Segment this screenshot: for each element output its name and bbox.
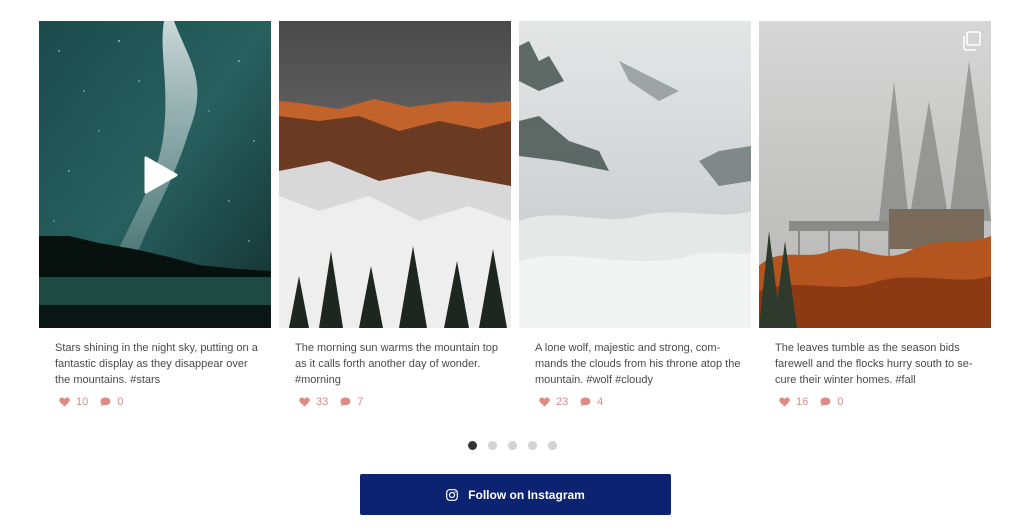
follow-button-label: Follow on Instagram: [468, 487, 585, 502]
post-caption: Stars shining in the night sky, putting …: [55, 342, 258, 386]
follow-on-instagram-button[interactable]: Follow on Instagram: [360, 474, 671, 515]
post-cards: Stars shining in the night sky, putting …: [39, 21, 991, 408]
carousel-dot-3[interactable]: [508, 441, 517, 450]
play-icon[interactable]: [140, 155, 180, 195]
instagram-icon: [446, 488, 459, 501]
comment-icon: [580, 397, 591, 407]
post-meta: 10 0: [59, 396, 271, 408]
comments-count: 0: [837, 396, 844, 408]
post-card[interactable]: The leaves tumble as the season bids far…: [759, 21, 991, 408]
post-caption: The leaves tumble as the season bids far…: [775, 342, 973, 386]
post-photo-stars[interactable]: [39, 21, 271, 328]
post-caption: The morning sun warms the mountain top a…: [295, 342, 498, 386]
comment-icon: [340, 397, 351, 407]
post-caption: A lone wolf, majestic and strong, com-ma…: [535, 342, 741, 386]
post-meta: 23 4: [539, 396, 751, 408]
likes-count: 10: [76, 396, 89, 408]
comments-count: 7: [357, 396, 364, 408]
instagram-feed: Stars shining in the night sky, putting …: [0, 0, 1024, 531]
post-photo-mountain[interactable]: [279, 21, 511, 328]
heart-icon: [299, 397, 310, 407]
post-photo-autumn[interactable]: [759, 21, 991, 328]
carousel-dot-4[interactable]: [528, 441, 537, 450]
heart-icon: [59, 397, 70, 407]
comment-icon: [820, 397, 831, 407]
post-meta: 33 7: [299, 396, 511, 408]
post-card[interactable]: The morning sun warms the mountain top a…: [279, 21, 511, 408]
post-meta: 16 0: [779, 396, 991, 408]
heart-icon: [539, 397, 550, 407]
post-card[interactable]: Stars shining in the night sky, putting …: [39, 21, 271, 408]
comments-count: 4: [597, 396, 604, 408]
carousel-pagination: [468, 441, 557, 450]
likes-count: 23: [556, 396, 569, 408]
post-card[interactable]: A lone wolf, majestic and strong, com-ma…: [519, 21, 751, 408]
carousel-dot-5[interactable]: [548, 441, 557, 450]
likes-count: 33: [316, 396, 329, 408]
post-photo-clouds[interactable]: [519, 21, 751, 328]
comments-count: 0: [117, 396, 124, 408]
gallery-icon: [963, 31, 981, 51]
comment-icon: [100, 397, 111, 407]
heart-icon: [779, 397, 790, 407]
likes-count: 16: [796, 396, 809, 408]
carousel-dot-1[interactable]: [468, 441, 477, 450]
carousel-dot-2[interactable]: [488, 441, 497, 450]
